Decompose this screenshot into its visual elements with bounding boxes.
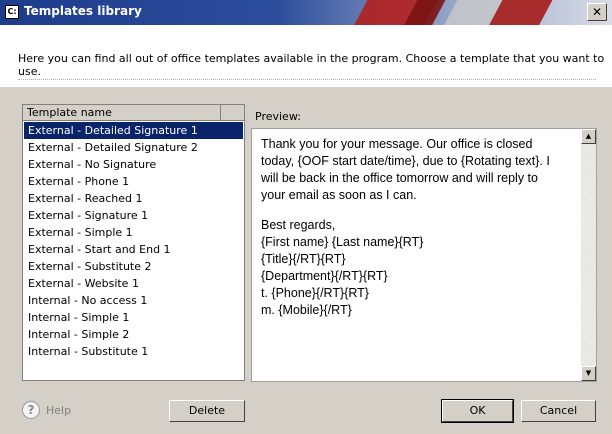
preview-line: Thank you for your message. Our office i… bbox=[261, 137, 533, 151]
template-list[interactable]: Template name External - Detailed Signat… bbox=[22, 104, 245, 381]
list-item[interactable]: Internal - Simple 1 bbox=[24, 309, 243, 326]
cancel-button[interactable]: Cancel bbox=[521, 400, 596, 422]
delete-button[interactable]: Delete bbox=[169, 400, 245, 422]
preview-line bbox=[261, 204, 571, 217]
list-item[interactable]: External - Signature 1 bbox=[24, 207, 243, 224]
preview-line: Best regards, bbox=[261, 218, 336, 232]
list-item[interactable]: External - Reached 1 bbox=[24, 190, 243, 207]
preview-line: your email as soon as I can. bbox=[261, 188, 417, 202]
list-item[interactable]: External - Phone 1 bbox=[24, 173, 243, 190]
preview-label: Preview: bbox=[255, 110, 301, 123]
preview-line: {Title}{/RT}{RT} bbox=[261, 252, 346, 266]
preview-line: will be back in the office tomorrow and … bbox=[261, 171, 538, 185]
preview-line: m. {Mobile}{/RT} bbox=[261, 303, 352, 317]
scroll-up-button[interactable]: ▲ bbox=[581, 129, 596, 144]
help-label: Help bbox=[46, 404, 72, 417]
list-item[interactable]: External - Detailed Signature 2 bbox=[24, 139, 243, 156]
list-item[interactable]: External - Substitute 2 bbox=[24, 258, 243, 275]
template-list-items: External - Detailed Signature 1 External … bbox=[24, 122, 243, 360]
list-item[interactable]: External - Website 1 bbox=[24, 275, 243, 292]
list-item[interactable]: External - Simple 1 bbox=[24, 224, 243, 241]
intro-text: Here you can find all out of office temp… bbox=[18, 52, 605, 78]
header-divider bbox=[18, 79, 596, 80]
preview-line: {Department}{/RT}{RT} bbox=[261, 269, 388, 283]
title-bar: C: Templates library ✕ bbox=[0, 0, 612, 25]
column-header-template-name[interactable]: Template name bbox=[23, 105, 221, 120]
header-area: Here you can find all out of office temp… bbox=[0, 25, 612, 87]
template-list-header: Template name bbox=[23, 105, 244, 121]
help-icon: ? bbox=[22, 401, 40, 419]
close-button[interactable]: ✕ bbox=[587, 3, 607, 21]
preview-line: t. {Phone}{/RT}{RT} bbox=[261, 286, 369, 300]
preview-line: {First name} {Last name}{RT} bbox=[261, 235, 424, 249]
window-title: Templates library bbox=[24, 4, 142, 18]
app-icon: C: bbox=[5, 5, 19, 19]
list-item[interactable]: Internal - Substitute 1 bbox=[24, 343, 243, 360]
title-bar-graphic bbox=[300, 0, 570, 25]
preview-scrollbar[interactable]: ▲ ▼ bbox=[581, 129, 596, 381]
list-item[interactable]: External - Start and End 1 bbox=[24, 241, 243, 258]
preview-line: today, {OOF start date/time}, due to {Ro… bbox=[261, 154, 550, 168]
list-item[interactable]: Internal - No access 1 bbox=[24, 292, 243, 309]
list-item[interactable]: Internal - Simple 2 bbox=[24, 326, 243, 343]
preview-pane: Thank you for your message. Our office i… bbox=[251, 128, 597, 382]
list-item[interactable]: External - Detailed Signature 1 bbox=[24, 122, 243, 139]
scroll-down-button[interactable]: ▼ bbox=[581, 366, 596, 381]
ok-button[interactable]: OK bbox=[441, 399, 514, 423]
list-item[interactable]: External - No Signature bbox=[24, 156, 243, 173]
preview-text: Thank you for your message. Our office i… bbox=[261, 136, 571, 319]
